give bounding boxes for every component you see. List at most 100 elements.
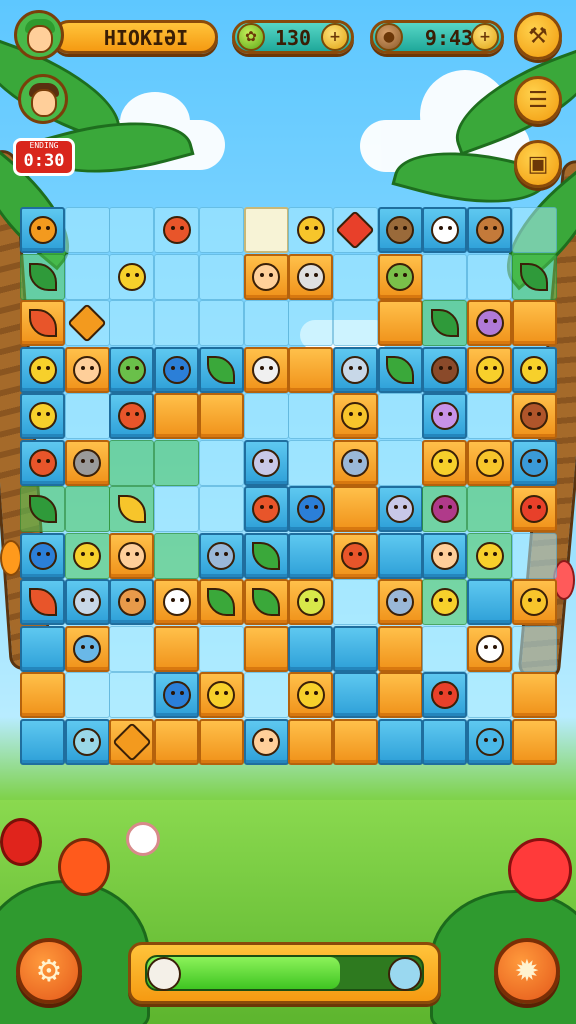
board-cell[interactable] bbox=[198, 532, 244, 579]
board-cell[interactable] bbox=[288, 718, 334, 765]
board-cell[interactable] bbox=[422, 718, 468, 765]
board-cell[interactable] bbox=[109, 625, 155, 672]
board-cell[interactable] bbox=[467, 439, 512, 486]
board-cell[interactable] bbox=[109, 300, 155, 346]
board-cell[interactable] bbox=[20, 346, 65, 393]
board-cell[interactable] bbox=[332, 532, 378, 579]
board-cell[interactable] bbox=[422, 532, 468, 579]
board-cell[interactable] bbox=[332, 439, 378, 486]
board-cell[interactable] bbox=[154, 346, 200, 393]
board-cell[interactable] bbox=[20, 253, 65, 300]
board-cell[interactable] bbox=[332, 579, 378, 625]
board-cell[interactable] bbox=[109, 486, 155, 532]
board-cell[interactable] bbox=[109, 253, 155, 300]
board-cell[interactable] bbox=[20, 672, 65, 718]
board-cell[interactable] bbox=[64, 672, 110, 718]
board-cell[interactable] bbox=[422, 346, 468, 393]
board-cell[interactable] bbox=[109, 532, 155, 579]
board-cell[interactable] bbox=[64, 579, 110, 625]
list-icon[interactable]: ☰ bbox=[514, 76, 562, 124]
board-cell[interactable] bbox=[109, 207, 155, 253]
board-cell[interactable] bbox=[511, 439, 557, 486]
board-cell[interactable] bbox=[422, 207, 468, 253]
board-cell[interactable] bbox=[20, 532, 65, 579]
board-cell[interactable] bbox=[288, 672, 334, 718]
board-cell[interactable] bbox=[243, 207, 289, 253]
board-cell[interactable] bbox=[377, 625, 423, 672]
board-cell[interactable] bbox=[511, 532, 557, 579]
board-cell[interactable] bbox=[288, 253, 334, 300]
board-cell[interactable] bbox=[288, 393, 334, 439]
board-cell[interactable] bbox=[377, 532, 423, 579]
board-cell[interactable] bbox=[198, 672, 244, 718]
board-cell[interactable] bbox=[154, 300, 200, 346]
board-cell[interactable] bbox=[198, 300, 244, 346]
board-cell[interactable] bbox=[377, 346, 423, 393]
board-cell[interactable] bbox=[243, 532, 289, 579]
board-cell[interactable] bbox=[154, 532, 200, 579]
board-cell[interactable] bbox=[198, 486, 244, 532]
board-cell[interactable] bbox=[243, 300, 289, 346]
board-cell[interactable] bbox=[64, 439, 110, 486]
board-cell[interactable] bbox=[511, 625, 557, 672]
board-cell[interactable] bbox=[422, 253, 468, 300]
board-cell[interactable] bbox=[511, 579, 557, 625]
board-cell[interactable] bbox=[422, 579, 468, 625]
board-cell[interactable] bbox=[511, 672, 557, 718]
board-cell[interactable] bbox=[109, 579, 155, 625]
board-cell[interactable] bbox=[64, 346, 110, 393]
board-cell[interactable] bbox=[422, 393, 468, 439]
board-cell[interactable] bbox=[64, 532, 110, 579]
board-cell[interactable] bbox=[109, 393, 155, 439]
board-cell[interactable] bbox=[467, 207, 512, 253]
board-cell[interactable] bbox=[288, 625, 334, 672]
board-cell[interactable] bbox=[198, 393, 244, 439]
board-cell[interactable] bbox=[332, 393, 378, 439]
board-cell[interactable] bbox=[20, 393, 65, 439]
board-cell[interactable] bbox=[243, 393, 289, 439]
board-cell[interactable] bbox=[154, 718, 200, 765]
board-cell[interactable] bbox=[154, 439, 200, 486]
board-cell[interactable] bbox=[64, 300, 110, 346]
board-cell[interactable] bbox=[377, 393, 423, 439]
board-cell[interactable] bbox=[198, 579, 244, 625]
board-cell[interactable] bbox=[422, 672, 468, 718]
board-cell[interactable] bbox=[288, 300, 334, 346]
board-cell[interactable] bbox=[332, 300, 378, 346]
board-cell[interactable] bbox=[109, 672, 155, 718]
board-cell[interactable] bbox=[20, 439, 65, 486]
board-cell[interactable] bbox=[467, 532, 512, 579]
board-cell[interactable] bbox=[377, 672, 423, 718]
board-cell[interactable] bbox=[467, 486, 512, 532]
board-cell[interactable] bbox=[377, 253, 423, 300]
board-cell[interactable] bbox=[64, 393, 110, 439]
board-cell[interactable] bbox=[332, 207, 378, 253]
wrench-icon[interactable]: ⚒ bbox=[514, 12, 562, 60]
board-cell[interactable] bbox=[288, 579, 334, 625]
board-cell[interactable] bbox=[422, 486, 468, 532]
board-cell[interactable] bbox=[288, 346, 334, 393]
board-cell[interactable] bbox=[154, 207, 200, 253]
board-cell[interactable] bbox=[467, 393, 512, 439]
add-coins-button[interactable]: + bbox=[321, 23, 349, 51]
board-cell[interactable] bbox=[288, 486, 334, 532]
board-cell[interactable] bbox=[243, 579, 289, 625]
board-cell[interactable] bbox=[332, 718, 378, 765]
board-cell[interactable] bbox=[109, 346, 155, 393]
board-cell[interactable] bbox=[198, 718, 244, 765]
board-cell[interactable] bbox=[377, 300, 423, 346]
board-cell[interactable] bbox=[467, 346, 512, 393]
board-cell[interactable] bbox=[243, 625, 289, 672]
board-cell[interactable] bbox=[467, 579, 512, 625]
board-cell[interactable] bbox=[332, 672, 378, 718]
board-cell[interactable] bbox=[154, 579, 200, 625]
board-cell[interactable] bbox=[154, 393, 200, 439]
board-cell[interactable] bbox=[511, 253, 557, 300]
board-cell[interactable] bbox=[332, 486, 378, 532]
board-cell[interactable] bbox=[198, 207, 244, 253]
board-cell[interactable] bbox=[288, 439, 334, 486]
board-cell[interactable] bbox=[243, 253, 289, 300]
board-cell[interactable] bbox=[64, 718, 110, 765]
board-cell[interactable] bbox=[198, 625, 244, 672]
board-cell[interactable] bbox=[20, 207, 65, 253]
